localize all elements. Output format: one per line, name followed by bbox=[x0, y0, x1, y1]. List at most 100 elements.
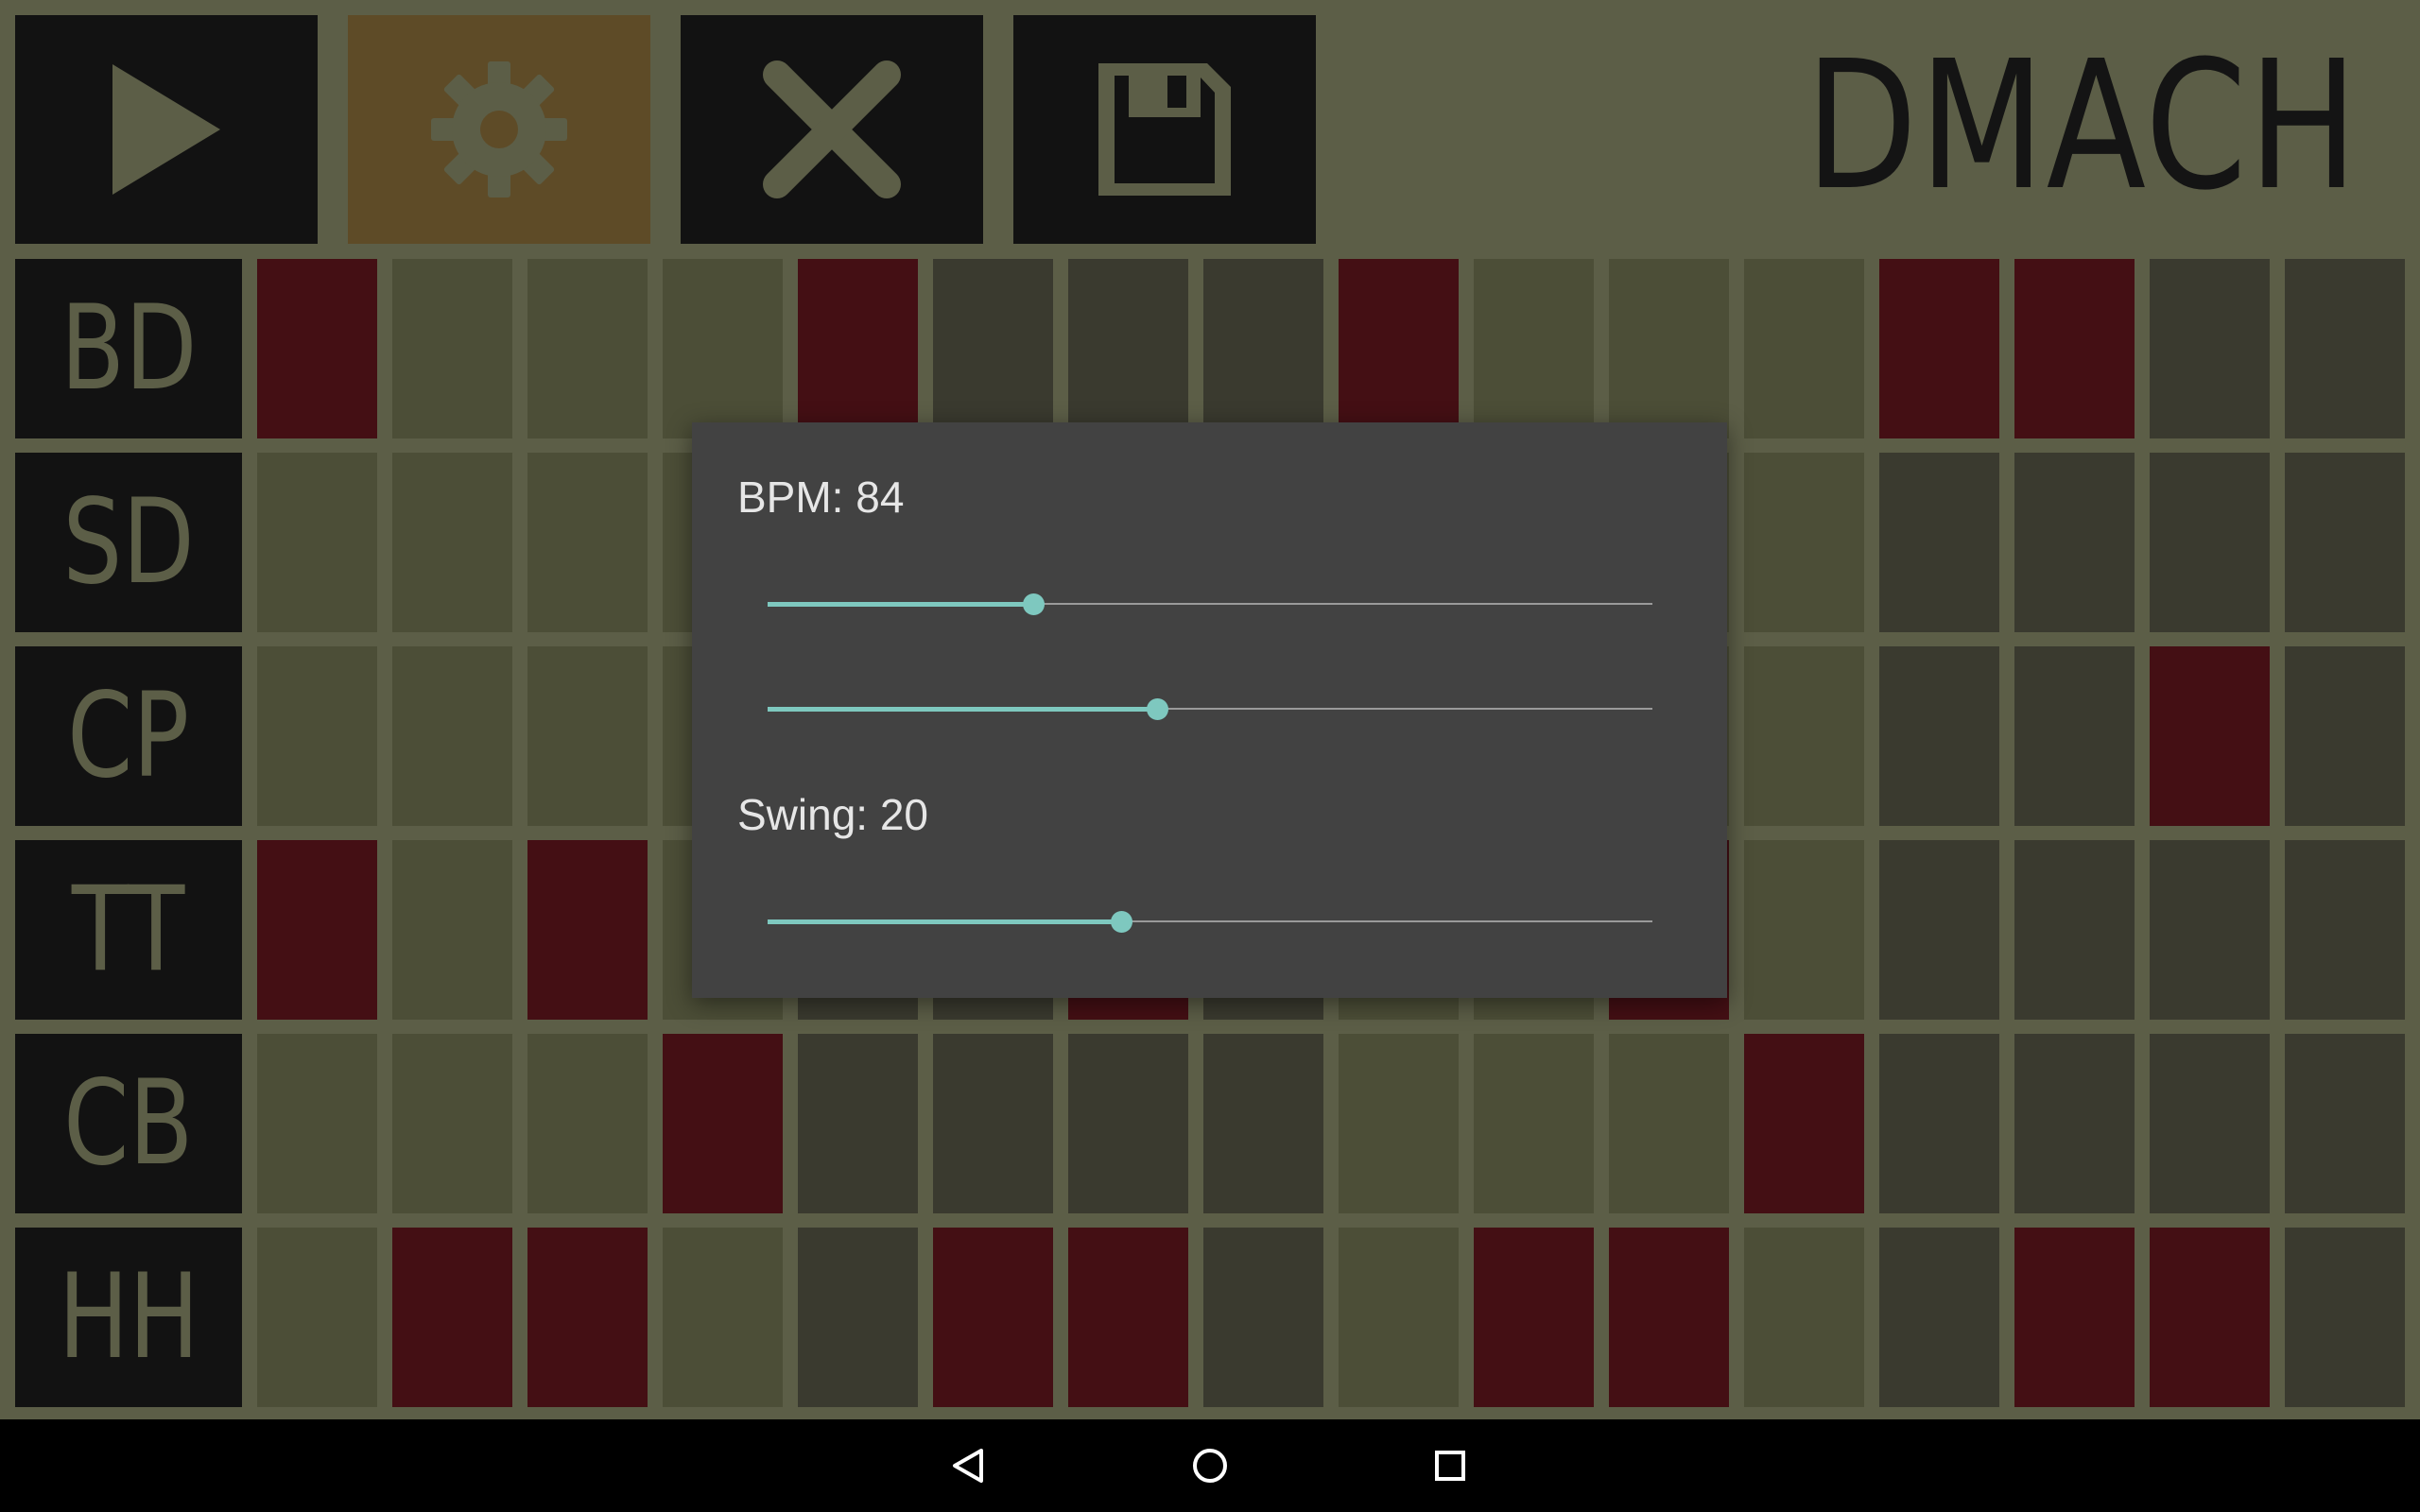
step-cell[interactable] bbox=[257, 1228, 377, 1407]
step-cell[interactable] bbox=[527, 840, 648, 1020]
step-cell[interactable] bbox=[527, 1228, 648, 1407]
step-cell[interactable] bbox=[1203, 1034, 1323, 1213]
step-cell[interactable] bbox=[798, 1228, 918, 1407]
swing-slider[interactable] bbox=[768, 902, 1652, 940]
swing-label: Swing: 20 bbox=[737, 790, 929, 839]
step-cell[interactable] bbox=[1339, 1228, 1459, 1407]
step-cell[interactable] bbox=[2285, 259, 2405, 438]
track-label-text: TT bbox=[72, 862, 185, 998]
step-cell[interactable] bbox=[392, 1228, 512, 1407]
step-cell[interactable] bbox=[1474, 1034, 1594, 1213]
step-cell[interactable] bbox=[257, 259, 377, 438]
step-cell[interactable] bbox=[663, 1034, 783, 1213]
step-cell[interactable] bbox=[1879, 646, 1999, 826]
step-cell[interactable] bbox=[1879, 259, 1999, 438]
recents-button[interactable] bbox=[1420, 1435, 1480, 1496]
step-cell[interactable] bbox=[2014, 840, 2135, 1020]
step-cell[interactable] bbox=[257, 1034, 377, 1213]
step-cell[interactable] bbox=[2150, 646, 2270, 826]
step-cell[interactable] bbox=[1879, 453, 1999, 632]
step-cell[interactable] bbox=[1744, 840, 1864, 1020]
clear-button[interactable] bbox=[681, 15, 983, 244]
recents-square-icon bbox=[1435, 1451, 1465, 1481]
step-cell[interactable] bbox=[798, 1034, 918, 1213]
settings-dialog: BPM: 84 Swing: 20 bbox=[692, 422, 1727, 998]
step-cell[interactable] bbox=[798, 259, 918, 438]
step-cell[interactable] bbox=[527, 1034, 648, 1213]
step-cell[interactable] bbox=[1744, 453, 1864, 632]
step-cell[interactable] bbox=[2014, 646, 2135, 826]
step-cell[interactable] bbox=[1203, 1228, 1323, 1407]
back-button[interactable] bbox=[938, 1435, 998, 1496]
step-cell[interactable] bbox=[392, 453, 512, 632]
step-cell[interactable] bbox=[1879, 840, 1999, 1020]
step-cell[interactable] bbox=[392, 259, 512, 438]
step-cell[interactable] bbox=[1474, 1228, 1594, 1407]
step-cell[interactable] bbox=[2150, 453, 2270, 632]
step-cell[interactable] bbox=[2014, 1034, 2135, 1213]
step-cell[interactable] bbox=[1339, 1034, 1459, 1213]
step-cell[interactable] bbox=[257, 840, 377, 1020]
step-cell[interactable] bbox=[933, 1228, 1053, 1407]
floppy-disk-icon bbox=[1098, 63, 1231, 196]
step-cell[interactable] bbox=[257, 646, 377, 826]
play-button[interactable] bbox=[15, 15, 318, 244]
step-cell[interactable] bbox=[1609, 259, 1729, 438]
step-cell[interactable] bbox=[1879, 1228, 1999, 1407]
slider-thumb[interactable] bbox=[1146, 698, 1168, 720]
slider-thumb[interactable] bbox=[1022, 593, 1045, 615]
step-cell[interactable] bbox=[1744, 1228, 1864, 1407]
settings-button[interactable] bbox=[348, 15, 650, 244]
close-icon bbox=[763, 60, 901, 198]
step-cell[interactable] bbox=[2285, 1228, 2405, 1407]
track-label-1[interactable]: SD bbox=[15, 453, 242, 632]
step-cell[interactable] bbox=[2285, 1034, 2405, 1213]
step-cell[interactable] bbox=[1068, 1228, 1188, 1407]
track-label-2[interactable]: CP bbox=[15, 646, 242, 826]
step-cell[interactable] bbox=[933, 259, 1053, 438]
step-cell[interactable] bbox=[1474, 259, 1594, 438]
track-label-4[interactable]: CB bbox=[15, 1034, 242, 1213]
step-cell[interactable] bbox=[933, 1034, 1053, 1213]
step-cell[interactable] bbox=[2150, 1034, 2270, 1213]
step-cell[interactable] bbox=[1339, 259, 1459, 438]
step-cell[interactable] bbox=[2014, 453, 2135, 632]
step-cell[interactable] bbox=[1068, 259, 1188, 438]
track-label-3[interactable]: TT bbox=[15, 840, 242, 1020]
step-cell[interactable] bbox=[1744, 259, 1864, 438]
step-cell[interactable] bbox=[2150, 259, 2270, 438]
step-cell[interactable] bbox=[1609, 1228, 1729, 1407]
step-cell[interactable] bbox=[663, 1228, 783, 1407]
second-slider[interactable] bbox=[768, 690, 1652, 728]
step-cell[interactable] bbox=[2285, 646, 2405, 826]
save-button[interactable] bbox=[1013, 15, 1316, 244]
step-cell[interactable] bbox=[257, 453, 377, 632]
step-cell[interactable] bbox=[527, 453, 648, 632]
step-cell[interactable] bbox=[663, 259, 783, 438]
step-cell[interactable] bbox=[2014, 1228, 2135, 1407]
step-cell[interactable] bbox=[2285, 453, 2405, 632]
step-cell[interactable] bbox=[392, 1034, 512, 1213]
app-root: DMACH BD SD CP TT CB HH BPM: 84 Swing: 20 bbox=[0, 0, 2420, 1512]
step-cell[interactable] bbox=[1203, 259, 1323, 438]
step-cell[interactable] bbox=[392, 840, 512, 1020]
track-label-0[interactable]: BD bbox=[15, 259, 242, 438]
slider-thumb[interactable] bbox=[1111, 911, 1133, 933]
step-cell[interactable] bbox=[1609, 1034, 1729, 1213]
track-label-text: SD bbox=[62, 474, 195, 610]
step-cell[interactable] bbox=[1744, 646, 1864, 826]
bpm-slider[interactable] bbox=[768, 585, 1652, 623]
step-cell[interactable] bbox=[1744, 1034, 1864, 1213]
step-cell[interactable] bbox=[392, 646, 512, 826]
slider-fill bbox=[768, 602, 1033, 607]
home-button[interactable] bbox=[1180, 1435, 1240, 1496]
step-cell[interactable] bbox=[2150, 840, 2270, 1020]
track-label-5[interactable]: HH bbox=[15, 1228, 242, 1407]
step-cell[interactable] bbox=[1879, 1034, 1999, 1213]
step-cell[interactable] bbox=[2150, 1228, 2270, 1407]
step-cell[interactable] bbox=[2285, 840, 2405, 1020]
step-cell[interactable] bbox=[2014, 259, 2135, 438]
step-cell[interactable] bbox=[527, 259, 648, 438]
step-cell[interactable] bbox=[527, 646, 648, 826]
step-cell[interactable] bbox=[1068, 1034, 1188, 1213]
